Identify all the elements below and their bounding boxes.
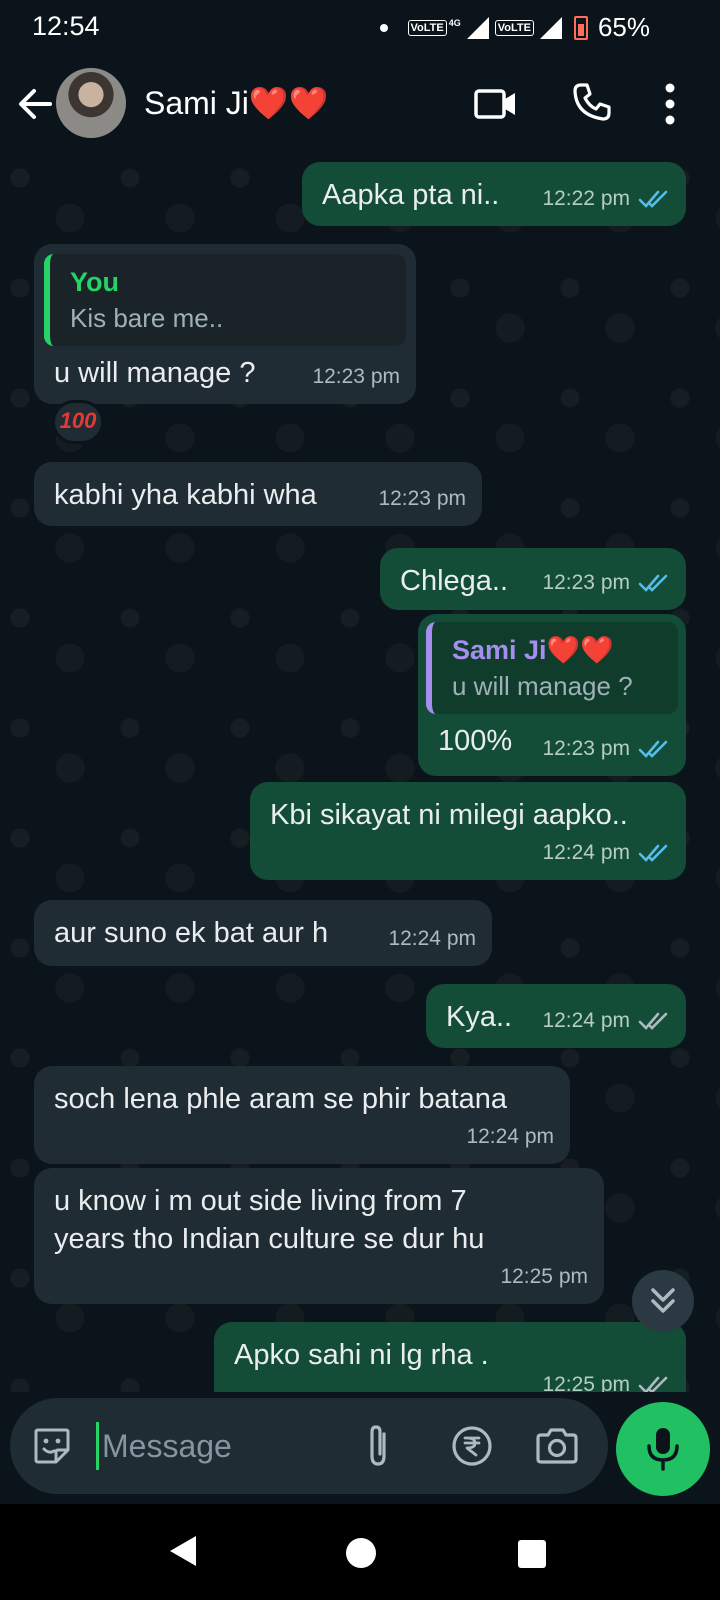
nav-home-icon[interactable] <box>346 1538 376 1568</box>
message-bubble[interactable]: Kbi sikayat ni milegi aapko.. 12:24 pm <box>250 782 686 880</box>
message-bubble[interactable]: You Kis bare me.. u will manage ? 12:23 … <box>34 244 416 404</box>
voice-record-button[interactable] <box>616 1402 710 1496</box>
network-type: 4G <box>448 17 461 28</box>
chat-header: Sami Ji❤️❤️ <box>0 54 720 158</box>
message-meta: 12:24 pm <box>388 920 476 958</box>
message-list[interactable]: Aapka pta ni.. 12:22 pm You Kis bare me.… <box>0 158 720 1392</box>
message-time: 12:24 pm <box>542 1009 630 1032</box>
voice-call-icon[interactable] <box>572 82 612 122</box>
message-meta: 12:23 pm <box>378 480 466 518</box>
message-meta: 12:24 pm <box>466 1118 554 1156</box>
read-ticks-icon <box>638 190 668 208</box>
message-text: Chlega.. <box>400 565 509 597</box>
contact-name[interactable]: Sami Ji❤️❤️ <box>144 84 329 122</box>
message-time: 12:23 pm <box>542 737 630 760</box>
reply-author: Sami Ji❤️❤️ <box>452 635 614 665</box>
scroll-to-bottom-button[interactable] <box>632 1270 694 1332</box>
message-time: 12:23 pm <box>542 571 630 594</box>
message-meta: 12:23 pm <box>542 730 670 768</box>
status-time: 12:54 <box>32 11 100 41</box>
message-bubble[interactable]: u know i m out side living from 7 years … <box>34 1168 604 1304</box>
read-ticks-icon <box>638 844 668 862</box>
message-text: kabhi yha kabhi wha <box>54 479 317 511</box>
quoted-reply[interactable]: Sami Ji❤️❤️ u will manage ? <box>426 622 678 714</box>
camera-icon[interactable] <box>534 1426 580 1466</box>
back-arrow-icon[interactable] <box>16 84 52 124</box>
message-bubble[interactable]: kabhi yha kabhi wha 12:23 pm <box>34 462 482 526</box>
battery-percent: 65% <box>597 12 650 42</box>
message-text: soch lena phle aram se phir batana <box>54 1083 508 1115</box>
volte-icon: VoLTE <box>407 19 447 36</box>
delivered-ticks-icon <box>638 1012 668 1030</box>
message-text: Kya.. <box>446 1001 513 1033</box>
message-time: 12:24 pm <box>388 927 476 950</box>
message-meta: 12:24 pm <box>542 1002 670 1040</box>
more-options-icon[interactable] <box>664 82 676 126</box>
message-meta: 12:23 pm <box>542 564 670 602</box>
message-time: 12:22 pm <box>542 187 630 210</box>
battery-icon <box>573 15 588 40</box>
avatar[interactable] <box>56 68 126 138</box>
message-text: u will manage ? <box>54 357 256 389</box>
message-text: 100% <box>438 725 513 757</box>
emoji-sticker-icon[interactable] <box>32 1426 72 1466</box>
quoted-reply[interactable]: You Kis bare me.. <box>44 254 406 346</box>
status-icons: VoLTE 4G VoLTE 65% <box>379 12 650 43</box>
video-call-icon[interactable] <box>474 84 518 124</box>
message-meta: 12:22 pm <box>542 180 670 218</box>
reply-text: u will manage ? <box>452 671 633 701</box>
attachment-icon[interactable] <box>360 1422 396 1470</box>
message-bubble[interactable]: aur suno ek bat aur h 12:24 pm <box>34 900 492 966</box>
message-time: 12:25 pm <box>542 1373 630 1392</box>
double-chevron-down-icon <box>651 1288 675 1313</box>
message-time: 12:25 pm <box>500 1265 588 1288</box>
message-time: 12:23 pm <box>312 365 400 388</box>
volte-icon-2: VoLTE <box>494 19 534 36</box>
delivered-ticks-icon <box>638 1376 668 1392</box>
nav-back-icon[interactable] <box>168 1534 198 1568</box>
rupee-payment-icon[interactable] <box>450 1424 494 1468</box>
message-text: Apko sahi ni lg rha . <box>234 1339 489 1371</box>
message-meta: 12:25 pm <box>542 1366 670 1392</box>
message-bubble[interactable]: Kya.. 12:24 pm <box>426 984 686 1048</box>
message-meta: 12:25 pm <box>500 1258 588 1296</box>
message-time: 12:24 pm <box>542 841 630 864</box>
message-meta: 12:23 pm <box>312 358 400 396</box>
message-input[interactable] <box>102 1416 342 1476</box>
message-text: aur suno ek bat aur h <box>54 917 329 949</box>
microphone-icon <box>647 1428 679 1471</box>
message-time: 12:23 pm <box>378 487 466 510</box>
message-bubble[interactable]: soch lena phle aram se phir batana 12:24… <box>34 1066 570 1164</box>
message-meta: 12:24 pm <box>542 834 670 872</box>
message-bubble[interactable]: Sami Ji❤️❤️ u will manage ? 100% 12:23 p… <box>418 614 686 776</box>
message-time: 12:24 pm <box>466 1125 554 1148</box>
message-text: Kbi sikayat ni milegi aapko.. <box>270 799 628 831</box>
status-bar: 12:54 VoLTE 4G VoLTE 65% <box>0 0 720 54</box>
read-ticks-icon <box>638 740 668 758</box>
signal-icon <box>466 16 489 39</box>
text-cursor <box>96 1422 99 1470</box>
reply-text: Kis bare me.. <box>70 303 224 333</box>
reaction-badge[interactable]: 100 <box>52 400 104 444</box>
system-navigation-bar <box>0 1504 720 1600</box>
message-bubble[interactable]: Aapka pta ni.. 12:22 pm <box>302 162 686 226</box>
reply-author: You <box>70 267 119 297</box>
notification-dot-icon <box>379 23 388 32</box>
signal-icon-2 <box>539 16 562 39</box>
message-bubble[interactable]: Chlega.. 12:23 pm <box>380 548 686 610</box>
message-text: u know i m out side living from 7 years … <box>54 1185 485 1255</box>
message-composer <box>10 1398 608 1494</box>
message-bubble[interactable]: Apko sahi ni lg rha . 12:25 pm <box>214 1322 686 1392</box>
message-text: Aapka pta ni.. <box>322 179 500 211</box>
nav-recents-icon[interactable] <box>518 1540 546 1568</box>
read-ticks-icon <box>638 574 668 592</box>
